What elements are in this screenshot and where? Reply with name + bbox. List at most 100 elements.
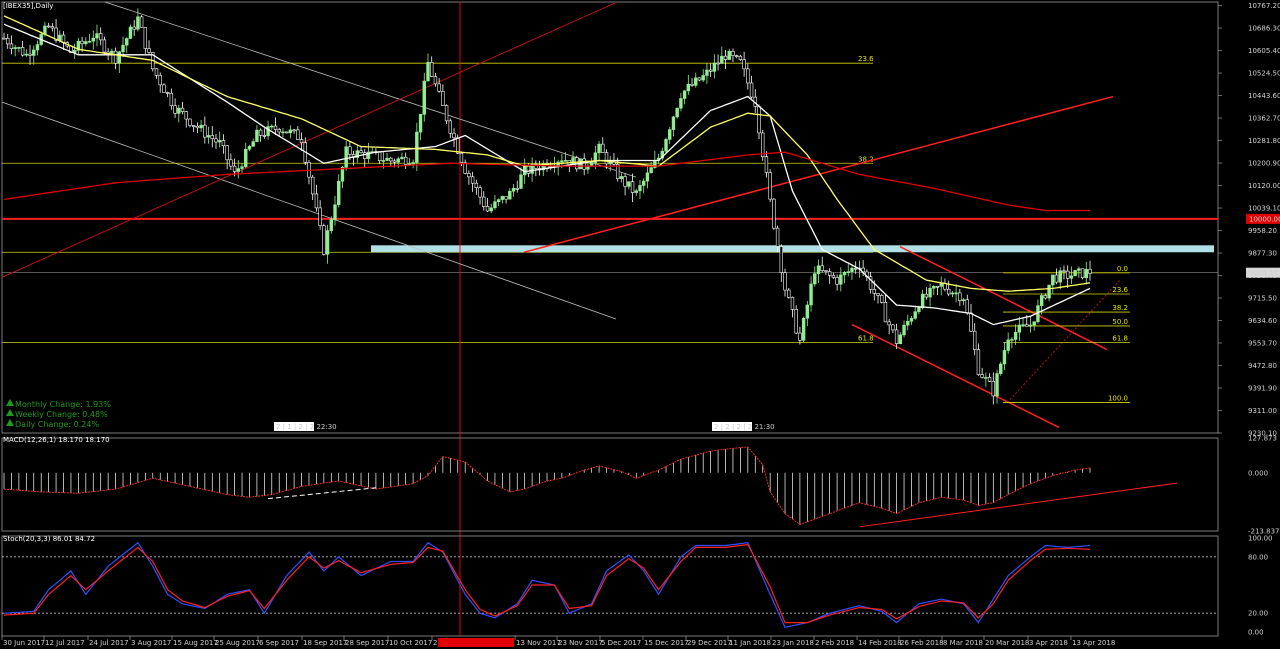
- candle-body[interactable]: [28, 53, 32, 56]
- moving-average-line[interactable]: [3, 23, 1091, 326]
- candle-body[interactable]: [742, 59, 746, 70]
- candle-body[interactable]: [493, 201, 497, 209]
- candle-body[interactable]: [664, 139, 668, 152]
- candle-body[interactable]: [270, 125, 274, 128]
- candle-body[interactable]: [880, 295, 884, 303]
- candle-body[interactable]: [262, 135, 267, 137]
- candle-body[interactable]: [444, 105, 449, 122]
- candle-body[interactable]: [32, 49, 36, 56]
- candle-body[interactable]: [363, 152, 367, 159]
- candle-body[interactable]: [210, 135, 214, 140]
- candle-body[interactable]: [474, 182, 479, 188]
- candle-body[interactable]: [35, 44, 40, 51]
- candle-body[interactable]: [682, 90, 687, 99]
- candle-body[interactable]: [258, 129, 263, 136]
- candle-body[interactable]: [991, 381, 996, 397]
- candle-body[interactable]: [894, 329, 899, 344]
- candle-body[interactable]: [705, 69, 709, 76]
- candle-body[interactable]: [987, 377, 992, 382]
- candle-body[interactable]: [422, 80, 426, 115]
- candle-body[interactable]: [288, 129, 293, 134]
- candle-body[interactable]: [694, 77, 698, 86]
- candle-body[interactable]: [139, 16, 144, 28]
- candle-body[interactable]: [20, 47, 25, 56]
- candle-body[interactable]: [470, 176, 475, 184]
- candle-body[interactable]: [965, 299, 969, 314]
- candle-body[interactable]: [1043, 295, 1048, 299]
- candle-body[interactable]: [225, 145, 229, 161]
- candle-body[interactable]: [835, 277, 839, 285]
- candle-body[interactable]: [1065, 270, 1070, 279]
- candle-body[interactable]: [381, 160, 386, 162]
- candle-body[interactable]: [787, 289, 791, 298]
- candle-body[interactable]: [820, 265, 824, 271]
- candle-body[interactable]: [723, 55, 728, 60]
- candle-body[interactable]: [136, 16, 140, 30]
- candle-body[interactable]: [162, 84, 166, 93]
- candle-body[interactable]: [236, 168, 241, 172]
- candle-body[interactable]: [708, 69, 713, 72]
- trend-line[interactable]: [851, 323, 1060, 429]
- candle-body[interactable]: [943, 283, 947, 290]
- candle-body[interactable]: [935, 286, 940, 288]
- candle-body[interactable]: [281, 131, 285, 134]
- candle-body[interactable]: [749, 82, 754, 98]
- candle-body[interactable]: [403, 156, 408, 165]
- candle-body[interactable]: [701, 75, 705, 81]
- candle-body[interactable]: [329, 219, 333, 231]
- candle-body[interactable]: [392, 160, 397, 163]
- candle-body[interactable]: [199, 124, 203, 129]
- candle-body[interactable]: [809, 283, 813, 306]
- candle-body[interactable]: [641, 180, 646, 186]
- candle-body[interactable]: [143, 27, 148, 49]
- candle-body[interactable]: [1039, 295, 1044, 306]
- candle-body[interactable]: [734, 55, 739, 57]
- candle-body[interactable]: [969, 312, 973, 332]
- candle-body[interactable]: [284, 131, 289, 134]
- candle-body[interactable]: [876, 293, 880, 296]
- candle-body[interactable]: [623, 176, 627, 187]
- candle-body[interactable]: [322, 225, 326, 255]
- candle-body[interactable]: [813, 273, 817, 285]
- candle-body[interactable]: [898, 334, 903, 344]
- candle-body[interactable]: [504, 196, 508, 200]
- candle-body[interactable]: [91, 37, 95, 42]
- candle-body[interactable]: [1010, 339, 1014, 341]
- candle-body[interactable]: [117, 51, 121, 64]
- candle-body[interactable]: [980, 374, 984, 378]
- candle-body[interactable]: [1032, 321, 1036, 326]
- candle-body[interactable]: [1084, 268, 1088, 279]
- candle-body[interactable]: [928, 287, 932, 298]
- candle-body[interactable]: [772, 198, 776, 229]
- candle-body[interactable]: [489, 207, 493, 212]
- candle-body[interactable]: [333, 204, 337, 220]
- candle-body[interactable]: [794, 309, 798, 334]
- candle-body[interactable]: [203, 124, 207, 138]
- candle-body[interactable]: [247, 146, 252, 150]
- candle-body[interactable]: [1025, 324, 1029, 327]
- candle-body[interactable]: [310, 176, 315, 195]
- candle-body[interactable]: [113, 50, 118, 64]
- candle-body[interactable]: [731, 50, 735, 56]
- candle-body[interactable]: [891, 324, 895, 331]
- candle-body[interactable]: [121, 44, 125, 53]
- candle-body[interactable]: [720, 55, 724, 64]
- candle-body[interactable]: [385, 157, 389, 161]
- candle-body[interactable]: [872, 289, 876, 294]
- candle-body[interactable]: [147, 48, 151, 53]
- candle-body[interactable]: [824, 270, 828, 272]
- candle-body[interactable]: [630, 181, 635, 193]
- candle-body[interactable]: [645, 172, 650, 182]
- candle-body[interactable]: [9, 43, 14, 49]
- candle-body[interactable]: [649, 167, 653, 174]
- candle-body[interactable]: [441, 90, 445, 106]
- candle-body[interactable]: [292, 129, 296, 132]
- candle-body[interactable]: [679, 98, 683, 109]
- candle-body[interactable]: [697, 77, 702, 81]
- candle-body[interactable]: [482, 196, 486, 207]
- candle-body[interactable]: [563, 160, 568, 162]
- candle-body[interactable]: [909, 318, 914, 322]
- channel-upper-line[interactable]: [104, 1, 637, 178]
- candle-body[interactable]: [917, 307, 921, 312]
- candle-body[interactable]: [850, 267, 854, 272]
